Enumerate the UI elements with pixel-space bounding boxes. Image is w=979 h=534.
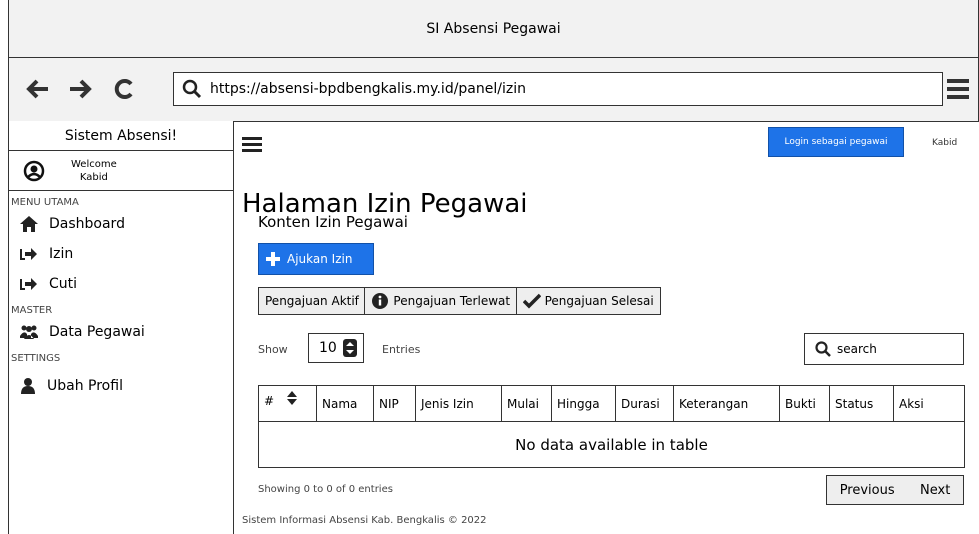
- header-user[interactable]: Kabid: [932, 138, 957, 148]
- sidebar-item-izin[interactable]: Izin: [9, 239, 233, 269]
- sort-icon: [286, 391, 297, 405]
- tab-label: Pengajuan Terlewat: [393, 294, 511, 308]
- next-button[interactable]: Next: [920, 483, 950, 498]
- info-icon: [372, 293, 389, 309]
- back-icon[interactable]: [23, 72, 53, 106]
- table-info: Showing 0 to 0 of 0 entries: [258, 484, 393, 495]
- window-title: SI Absensi Pegawai: [426, 20, 561, 37]
- sidebar-user: Welcome Kabid: [9, 151, 233, 191]
- column-header-mulai[interactable]: Mulai: [501, 385, 552, 422]
- pagination: Previous Next: [826, 475, 964, 505]
- brand-name: Sistem Absensi!: [64, 127, 178, 144]
- tab-pengajuan-selesai[interactable]: Pengajuan Selesai: [515, 287, 661, 315]
- users-icon: [20, 325, 38, 339]
- sidebar-item-label: Izin: [49, 246, 74, 262]
- plus-icon: [266, 252, 280, 266]
- footer-text: Sistem Informasi Absensi Kab. Bengkalis …: [242, 515, 487, 526]
- browser-toolbar: https://absensi-bpdbengkalis.my.id/panel…: [8, 58, 979, 122]
- column-header-bukti[interactable]: Bukti: [779, 385, 830, 422]
- table-search-input[interactable]: search: [804, 333, 964, 365]
- sidebar-item-dashboard[interactable]: Dashboard: [9, 209, 233, 239]
- sidebar-item-ubah-profil[interactable]: Ubah Profil: [9, 371, 233, 401]
- column-header-index[interactable]: #: [258, 385, 317, 422]
- section-settings: SETTINGS: [11, 353, 61, 364]
- reload-icon[interactable]: [109, 72, 139, 106]
- user-icon: [21, 378, 35, 394]
- column-header-keterangan[interactable]: Keterangan: [673, 385, 780, 422]
- home-icon: [20, 216, 38, 232]
- sign-in-icon: [20, 278, 37, 290]
- content-subtitle: Konten Izin Pegawai: [258, 213, 408, 231]
- column-header-durasi[interactable]: Durasi: [615, 385, 674, 422]
- welcome-user: Kabid: [79, 171, 108, 183]
- search-icon: [815, 341, 831, 357]
- sort-arrows-icon: [343, 339, 357, 357]
- tab-pengajuan-terlewat[interactable]: Pengajuan Terlewat: [364, 287, 518, 315]
- tab-pengajuan-aktif[interactable]: Pengajuan Aktif: [258, 287, 366, 315]
- browser-menu-icon[interactable]: [943, 72, 973, 106]
- ajukan-izin-button[interactable]: Ajukan Izin: [258, 243, 374, 275]
- welcome-label: Welcome: [71, 158, 117, 170]
- table-row: No data available in table: [258, 421, 965, 468]
- sidebar-item-label: Data Pegawai: [49, 324, 145, 340]
- table-header-row: # Nama NIP Jenis Izin Mulai Hingga Duras…: [258, 385, 965, 422]
- main-content: Login sebagai pegawai Kabid Halaman Izin…: [234, 121, 979, 534]
- sidebar-brand: Sistem Absensi!: [9, 121, 233, 151]
- column-header-aksi[interactable]: Aksi: [893, 385, 965, 422]
- address-bar[interactable]: https://absensi-bpdbengkalis.my.id/panel…: [173, 72, 943, 106]
- izin-table: # Nama NIP Jenis Izin Mulai Hingga Duras…: [258, 385, 965, 468]
- status-tabs: Pengajuan Aktif Pengajuan Terlewat Penga…: [258, 287, 661, 315]
- ajukan-izin-label: Ajukan Izin: [287, 252, 353, 266]
- sidebar-item-data-pegawai[interactable]: Data Pegawai: [9, 317, 233, 347]
- entries-value: 10: [319, 340, 337, 356]
- column-header-status[interactable]: Status: [829, 385, 894, 422]
- check-icon: [522, 293, 541, 309]
- tab-label: Pengajuan Selesai: [544, 294, 654, 308]
- sidebar-item-label: Cuti: [49, 276, 78, 292]
- user-circle-icon: [23, 160, 45, 181]
- menu-toggle-icon[interactable]: [242, 136, 262, 156]
- sidebar-item-cuti[interactable]: Cuti: [9, 269, 233, 299]
- login-as-employee-button[interactable]: Login sebagai pegawai: [768, 127, 904, 157]
- empty-table-message: No data available in table: [258, 421, 965, 468]
- sidebar-item-label: Dashboard: [49, 216, 125, 232]
- section-menu-utama: MENU UTAMA: [11, 197, 79, 208]
- entries-label: Entries: [382, 343, 421, 356]
- column-header-hingga[interactable]: Hingga: [551, 385, 616, 422]
- window-titlebar: SI Absensi Pegawai: [8, 0, 979, 58]
- section-master: MASTER: [11, 305, 53, 316]
- entries-select[interactable]: 10: [308, 333, 364, 363]
- url-text: https://absensi-bpdbengkalis.my.id/panel…: [210, 81, 526, 97]
- sidebar: Sistem Absensi! Welcome Kabid MENU UTAMA…: [8, 121, 234, 534]
- column-header-jenis-izin[interactable]: Jenis Izin: [415, 385, 502, 422]
- search-placeholder: search: [837, 342, 877, 356]
- sign-in-icon: [20, 248, 37, 260]
- previous-button[interactable]: Previous: [840, 483, 895, 498]
- tab-label: Pengajuan Aktif: [265, 294, 359, 308]
- forward-icon[interactable]: [65, 72, 95, 106]
- show-label: Show: [258, 343, 288, 356]
- column-header-nip[interactable]: NIP: [373, 385, 416, 422]
- column-header-nama[interactable]: Nama: [316, 385, 374, 422]
- sidebar-item-label: Ubah Profil: [47, 378, 123, 394]
- search-icon: [182, 79, 202, 99]
